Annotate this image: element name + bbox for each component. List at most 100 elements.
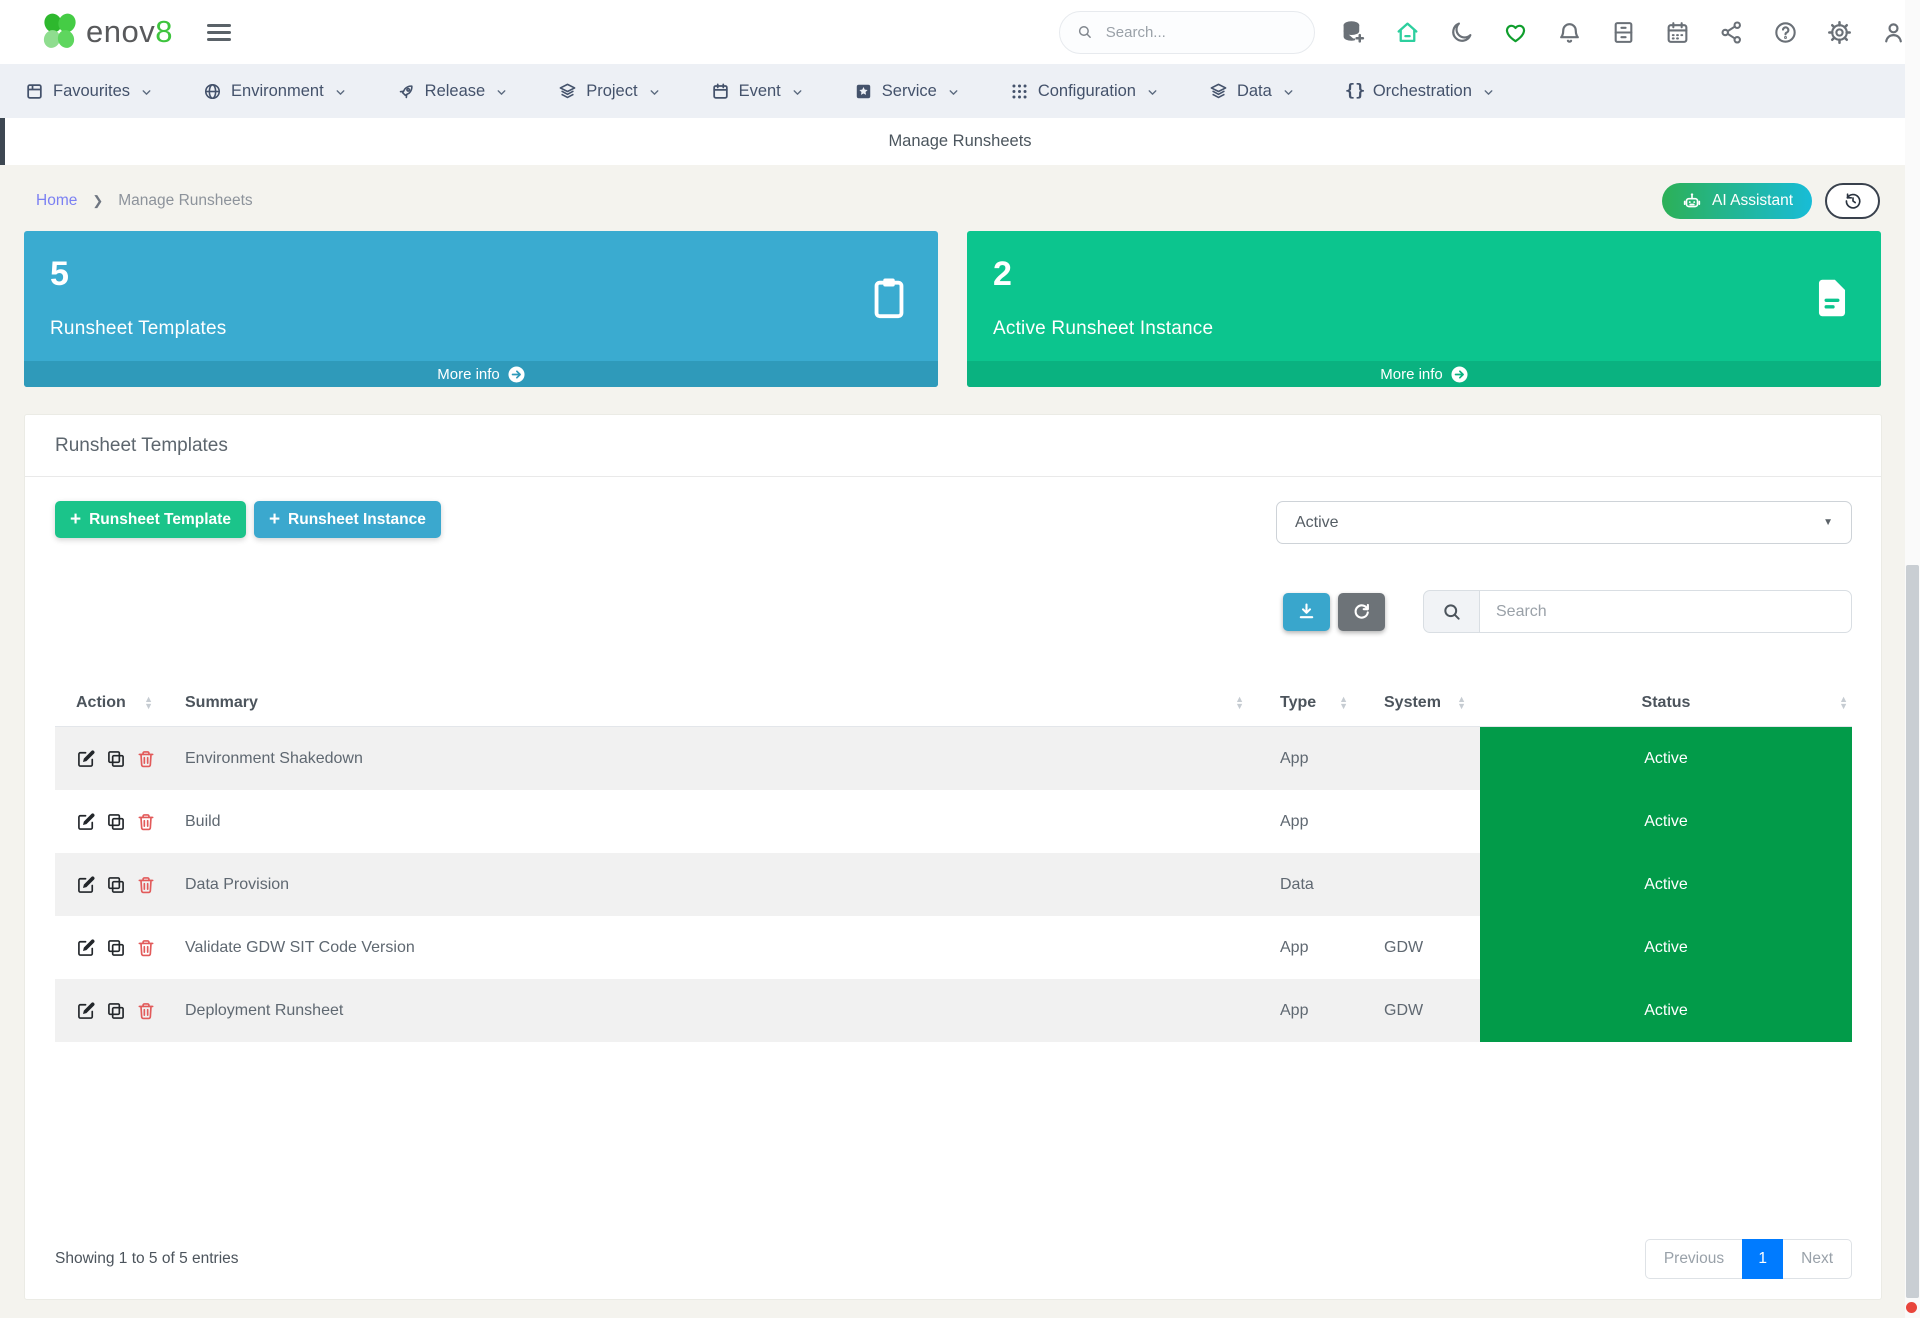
entries-summary: Showing 1 to 5 of 5 entries [55, 1250, 239, 1267]
layers-icon [558, 82, 577, 101]
copy-icon[interactable] [106, 1001, 126, 1021]
braces-icon: {} [1344, 80, 1366, 101]
card-body: 5 Runsheet Templates [24, 231, 938, 361]
edit-icon[interactable] [76, 1001, 96, 1021]
favourites-heart-icon[interactable] [1503, 20, 1528, 45]
cell-system: GDW [1384, 1001, 1424, 1019]
more-info-link[interactable]: More info [967, 361, 1881, 387]
hamburger-menu-icon[interactable] [203, 20, 235, 45]
cell-summary: Data Provision [185, 875, 290, 893]
chevron-down-icon [947, 85, 960, 98]
nav-item-orchestration[interactable]: {} Orchestration [1320, 64, 1520, 118]
edit-icon[interactable] [76, 875, 96, 895]
delete-icon[interactable] [136, 938, 156, 958]
nav-item-environment[interactable]: Environment [178, 64, 372, 118]
column-header-type[interactable]: Type ▲ ▼ [1254, 680, 1356, 726]
delete-icon[interactable] [136, 749, 156, 769]
download-button[interactable] [1283, 592, 1330, 631]
notifications-bell-icon[interactable] [1557, 20, 1582, 45]
button-label: Runsheet Template [89, 510, 231, 528]
column-header-action[interactable]: Action ▲ ▼ [55, 680, 185, 726]
dark-mode-icon[interactable] [1449, 20, 1474, 45]
table-toolbar [55, 590, 1852, 633]
card-label: Runsheet Templates [50, 318, 227, 339]
chevron-down-icon [648, 85, 661, 98]
refresh-button[interactable] [1338, 592, 1385, 631]
settings-gear-icon[interactable] [1827, 20, 1852, 45]
chevron-down-icon [1282, 85, 1295, 98]
calendar-icon[interactable] [1665, 20, 1690, 45]
star-box-icon [854, 82, 873, 101]
nav-item-project[interactable]: Project [533, 64, 685, 118]
nav-label: Orchestration [1372, 81, 1472, 100]
global-search [1059, 10, 1315, 54]
column-header-summary[interactable]: Summary ▲ ▼ [185, 680, 1254, 726]
table-row: Validate GDW SIT Code Version App GDW Ac… [55, 916, 1852, 979]
copy-icon[interactable] [106, 812, 126, 832]
share-icon[interactable] [1719, 20, 1744, 45]
copy-icon[interactable] [106, 749, 126, 769]
copy-icon[interactable] [106, 875, 126, 895]
column-header-system[interactable]: System ▲ ▼ [1356, 680, 1480, 726]
nav-item-service[interactable]: Service [829, 64, 985, 118]
delete-icon[interactable] [136, 875, 156, 895]
ai-assistant-button[interactable]: AI Assistant [1662, 183, 1812, 219]
status-filter-select[interactable]: Active ▼ [1276, 501, 1852, 544]
cell-type: App [1280, 812, 1309, 830]
nav-item-event[interactable]: Event [686, 64, 829, 118]
edit-icon[interactable] [76, 938, 96, 958]
pagination-next-button[interactable]: Next [1783, 1239, 1852, 1279]
runsheet-templates-panel: Runsheet Templates + Runsheet Template +… [24, 414, 1882, 1300]
scrollbar-thumb[interactable] [1906, 565, 1919, 1298]
row-actions [55, 979, 185, 1042]
edit-icon[interactable] [76, 749, 96, 769]
nav-item-release[interactable]: Release [372, 64, 534, 118]
nav-label: Event [738, 81, 781, 100]
runsheet-table: Action ▲ ▼ Summary ▲ ▼ Type ▲ ▼ System ▲ ▼ [55, 680, 1852, 1042]
history-button[interactable] [1825, 183, 1880, 219]
breadcrumb-separator: ❯ [92, 193, 104, 208]
create-buttons: + Runsheet Template + Runsheet Instance [55, 501, 441, 538]
robot-icon [1683, 193, 1701, 208]
refresh-icon [1354, 603, 1369, 619]
nav-label: Favourites [53, 81, 131, 100]
profile-icon[interactable] [1881, 20, 1906, 45]
pagination-page-1-button[interactable]: 1 [1742, 1239, 1784, 1279]
nav-item-configuration[interactable]: Configuration [985, 64, 1184, 118]
window-icon [25, 82, 44, 101]
pagination-previous-button[interactable]: Previous [1644, 1239, 1743, 1279]
breadcrumb-row: Home ❯ Manage Runsheets AI Assistant [36, 183, 1880, 219]
breadcrumb-home-link[interactable]: Home [36, 192, 77, 210]
data-add-icon[interactable] [1341, 20, 1366, 45]
pagination: Previous 1 Next [1644, 1239, 1852, 1279]
row-actions [55, 790, 185, 853]
cell-summary: Build [185, 812, 221, 830]
card-value: 5 [50, 255, 69, 293]
chevron-down-icon [1482, 85, 1495, 98]
delete-icon[interactable] [136, 812, 156, 832]
home-icon[interactable] [1395, 20, 1420, 45]
cell-type: Data [1280, 875, 1314, 893]
archive-icon[interactable] [1611, 20, 1636, 45]
calendar-icon [711, 82, 730, 101]
edit-icon[interactable] [76, 812, 96, 832]
rocket-icon [397, 82, 416, 101]
nav-item-favourites[interactable]: Favourites [0, 64, 178, 118]
copy-icon[interactable] [106, 938, 126, 958]
help-icon[interactable] [1773, 20, 1798, 45]
add-runsheet-instance-button[interactable]: + Runsheet Instance [253, 501, 441, 538]
add-runsheet-template-button[interactable]: + Runsheet Template [55, 501, 246, 538]
breadcrumb-current: Manage Runsheets [118, 192, 253, 209]
breadcrumb: Home ❯ Manage Runsheets [36, 192, 253, 210]
more-info-link[interactable]: More info [24, 361, 938, 387]
more-info-label: More info [1380, 365, 1443, 383]
table-search-input[interactable] [1479, 590, 1852, 633]
status-badge: Active [1480, 979, 1852, 1042]
cell-system: GDW [1384, 938, 1424, 956]
delete-icon[interactable] [136, 1001, 156, 1021]
card-body: 2 Active Runsheet Instance [967, 231, 1881, 361]
nav-item-data[interactable]: Data [1184, 64, 1320, 118]
clipboard-icon [866, 275, 912, 321]
global-search-input[interactable] [1103, 22, 1297, 42]
column-header-status[interactable]: Status ▲ ▼ [1480, 680, 1852, 726]
